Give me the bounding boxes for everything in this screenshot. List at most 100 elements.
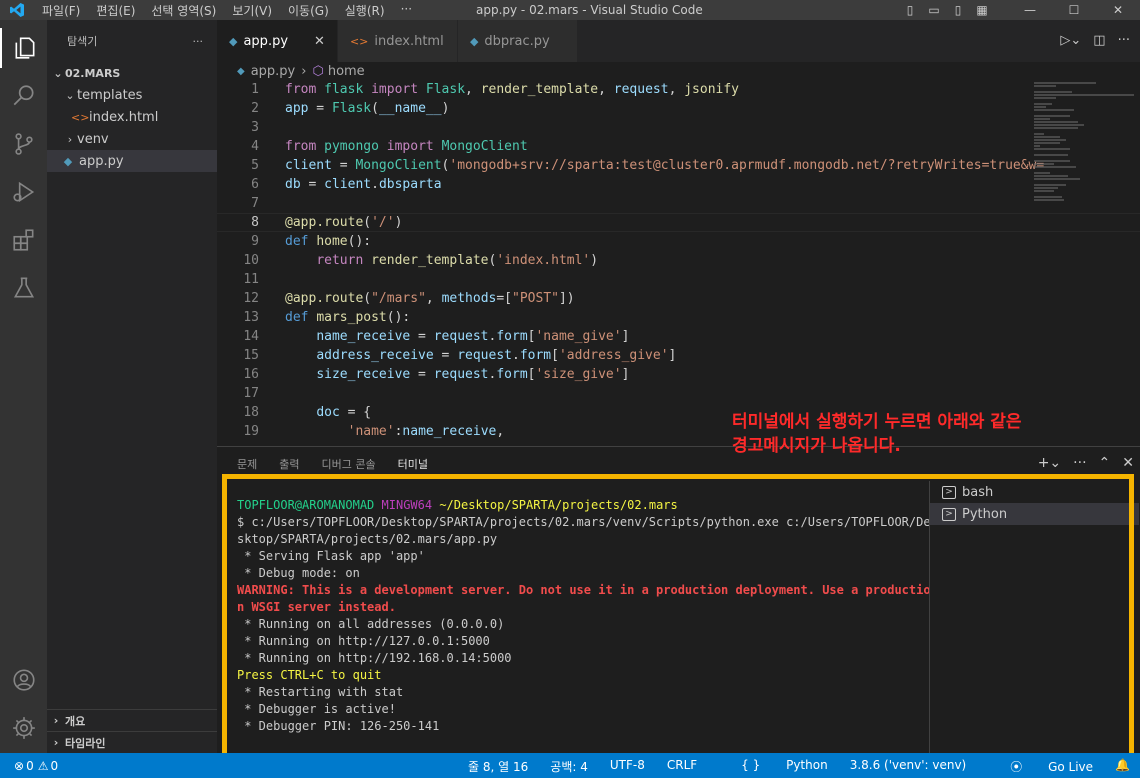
explorer-title: 탐색기	[67, 35, 98, 48]
indentation[interactable]: 공백: 4	[550, 758, 588, 775]
broadcast-icon: ⦿	[1010, 760, 1027, 774]
minimap[interactable]	[1030, 80, 1140, 446]
breadcrumb-file[interactable]: app.py	[251, 64, 296, 79]
terminal-output[interactable]: TOPFLOOR@AROMANOMAD MINGW64 ~/Desktop/SP…	[237, 497, 931, 735]
problems-status[interactable]: ⊗ 0 ⚠ 0	[0, 759, 58, 773]
timeline-label: 타임라인	[65, 736, 106, 750]
editor-tabs: ◆ app.py ✕ <> index.html ◆ dbprac.py ▷⌄ …	[217, 20, 1140, 62]
notifications-bell-icon[interactable]: 🔔	[1115, 758, 1130, 775]
menu-edit[interactable]: 편집(E)	[88, 2, 143, 19]
activity-bar	[0, 20, 47, 753]
run-python-icon[interactable]: ▷⌄	[1060, 33, 1081, 48]
tab-app-py[interactable]: ◆ app.py ✕	[217, 20, 338, 62]
cursor-position[interactable]: 줄 8, 열 16	[468, 758, 528, 775]
editor-actions: ▷⌄ ◫ ···	[1048, 33, 1130, 48]
menu-go[interactable]: 이동(G)	[280, 2, 337, 19]
terminal-line: * Debugger PIN: 126-250-141	[237, 719, 440, 733]
error-icon: ⊗	[14, 758, 25, 773]
split-editor-icon[interactable]: ◫	[1093, 33, 1105, 48]
tree-item-templates[interactable]: ⌄ templates	[47, 84, 217, 106]
explorer-header: 탐색기 ···	[47, 20, 217, 62]
menu-run[interactable]: 실행(R)	[337, 2, 393, 19]
settings-gear-icon[interactable]	[0, 708, 47, 748]
folder-root-label: 02.MARS	[65, 66, 121, 80]
code-line: 10 return render_template('index.html')	[217, 251, 1140, 270]
toggle-secondary-sidebar-icon[interactable]: ▯	[946, 3, 970, 17]
code-line: 16 size_receive = request.form['size_giv…	[217, 365, 1140, 384]
menu-selection[interactable]: 선택 영역(S)	[143, 2, 224, 19]
code-line: 12 @app.route("/mars", methods=["POST"])	[217, 289, 1140, 308]
explorer-more-button[interactable]: ···	[193, 35, 204, 48]
language-mode[interactable]: { } Python	[719, 758, 828, 775]
close-window-icon[interactable]: ✕	[1096, 3, 1140, 17]
new-terminal-icon[interactable]: +⌄	[1038, 455, 1061, 471]
chevron-right-icon: ›	[53, 714, 59, 727]
status-right: 줄 8, 열 16 공백: 4 UTF-8 CRLF { } Python 3.…	[446, 758, 1130, 775]
code-line: 7	[217, 194, 1140, 213]
chevron-down-icon: ⌄	[53, 66, 63, 80]
timeline-section[interactable]: › 타임라인	[47, 731, 217, 753]
cube-icon: ⬡	[312, 63, 324, 79]
account-icon[interactable]	[0, 660, 47, 700]
tab-problems[interactable]: 문제	[237, 452, 257, 476]
code-line: 6 db = client.dbsparta	[217, 175, 1140, 194]
menu-more[interactable]: ···	[393, 2, 420, 19]
encoding[interactable]: UTF-8	[610, 758, 645, 775]
more-actions-icon[interactable]: ···	[1073, 455, 1086, 471]
terminal-item-bash[interactable]: > bash	[930, 481, 1139, 503]
tab-index-html[interactable]: <> index.html	[337, 20, 458, 62]
go-live-button[interactable]: ⦿ Go Live	[988, 758, 1093, 775]
minimize-icon[interactable]: —	[1008, 3, 1052, 17]
source-control-icon[interactable]	[0, 124, 47, 164]
run-debug-icon[interactable]	[0, 172, 47, 212]
chevron-right-icon: ›	[67, 132, 73, 146]
folder-root[interactable]: ⌄ 02.MARS	[47, 62, 217, 84]
menu-view[interactable]: 보기(V)	[224, 2, 280, 19]
toggle-panel-icon[interactable]: ▭	[922, 3, 946, 17]
explorer-icon[interactable]	[0, 28, 47, 68]
line-number: 10	[243, 253, 259, 268]
maximize-icon[interactable]: ☐	[1052, 3, 1096, 17]
end-of-line[interactable]: CRLF	[667, 758, 697, 775]
tree-item-index-html[interactable]: <> index.html	[47, 106, 217, 128]
menu-file[interactable]: 파일(F)	[34, 2, 88, 19]
code-line: 1 from flask import Flask, render_templat…	[217, 80, 1140, 99]
prompt-path: ~/Desktop/SPARTA/projects/02.mars	[439, 498, 678, 512]
code-editor[interactable]: 1 from flask import Flask, render_templat…	[217, 80, 1140, 446]
more-actions-icon[interactable]: ···	[1118, 33, 1130, 48]
line-number: 1	[251, 82, 259, 97]
toggle-sidebar-icon[interactable]: ▯	[898, 3, 922, 17]
window-title: app.py - 02.mars - Visual Studio Code	[476, 3, 703, 17]
line-number: 8	[251, 215, 259, 230]
customize-layout-icon[interactable]: ▦	[970, 3, 994, 17]
bottom-panel: 문제 출력 디버그 콘솔 터미널 +⌄ ··· ⌃ ✕ TOPFLOOR@ARO…	[217, 446, 1140, 754]
chevron-right-icon: ›	[53, 736, 59, 749]
terminal-line: * Running on http://192.168.0.14:5000	[237, 651, 512, 665]
terminal-item-label: Python	[962, 506, 1008, 522]
terminal-item-python[interactable]: > Python	[930, 503, 1139, 525]
annotation-line: 터미널에서 실행하기 누르면 아래와 같은	[732, 412, 1022, 432]
status-bar: ⊗ 0 ⚠ 0 줄 8, 열 16 공백: 4 UTF-8 CRLF { } P…	[0, 753, 1140, 778]
python-interpreter[interactable]: 3.8.6 ('venv': venv)	[850, 758, 967, 775]
outline-section[interactable]: › 개요	[47, 709, 217, 731]
tree-item-app-py[interactable]: ◆ app.py	[47, 150, 217, 172]
tab-debug-console[interactable]: 디버그 콘솔	[322, 452, 376, 476]
close-icon[interactable]: ✕	[314, 34, 325, 49]
search-icon[interactable]	[0, 76, 47, 116]
tab-dbprac-py[interactable]: ◆ dbprac.py	[457, 20, 578, 62]
code-line: 17	[217, 384, 1140, 403]
tree-item-venv[interactable]: › venv	[47, 128, 217, 150]
breadcrumb-symbol[interactable]: home	[328, 64, 365, 79]
testing-icon[interactable]	[0, 268, 47, 308]
maximize-panel-icon[interactable]: ⌃	[1099, 455, 1111, 471]
terminal-icon: >	[942, 485, 956, 499]
line-number: 2	[251, 101, 259, 116]
html-file-icon: <>	[349, 34, 369, 48]
line-number: 15	[243, 348, 259, 363]
extensions-icon[interactable]	[0, 220, 47, 260]
tab-terminal[interactable]: 터미널	[397, 452, 428, 477]
tab-output[interactable]: 출력	[279, 452, 299, 476]
close-panel-icon[interactable]: ✕	[1122, 455, 1134, 471]
python-file-icon: ◆	[469, 34, 479, 48]
prompt-env: MINGW64	[381, 498, 433, 512]
